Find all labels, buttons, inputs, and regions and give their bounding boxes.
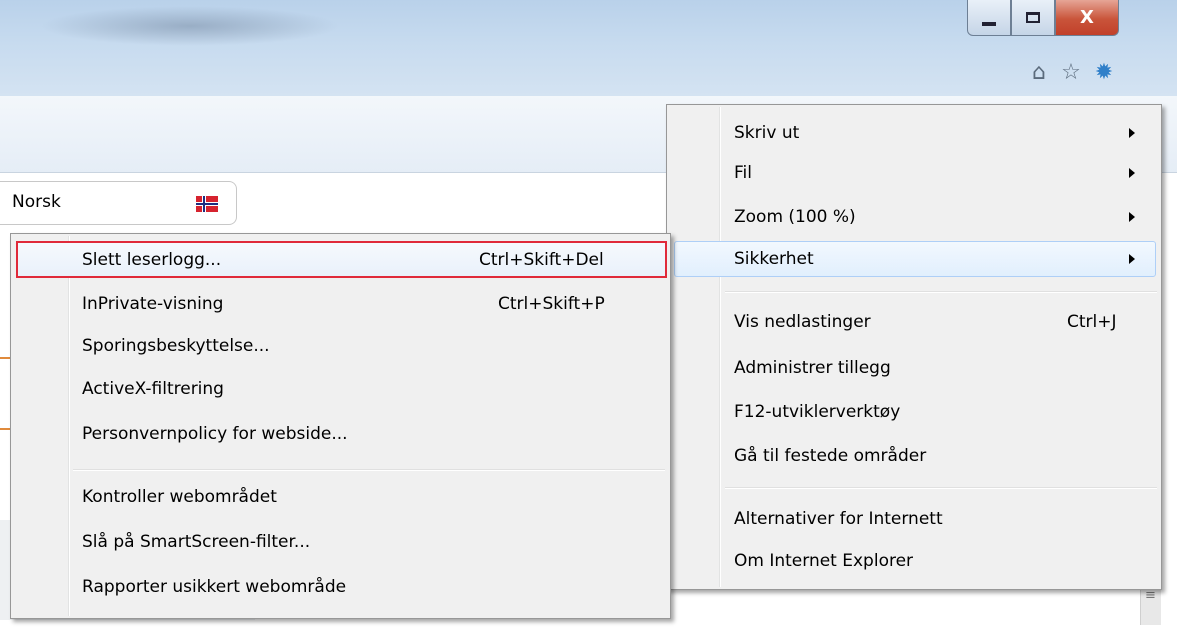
maximize-icon	[1026, 12, 1040, 23]
tools-gear-icon[interactable]: ✹	[1090, 60, 1118, 85]
menu-item-label: Administrer tillegg	[734, 358, 891, 378]
menu-item-file[interactable]: Fil	[667, 155, 1161, 191]
menu-item-label: Sporingsbeskyttelse...	[82, 336, 270, 356]
menu-item-label: Gå til festede områder	[734, 446, 927, 466]
menu-item-tracking-protection[interactable]: Sporingsbeskyttelse...	[11, 328, 670, 364]
menu-item-label: ActiveX-filtrering	[82, 379, 224, 399]
menu-item-label: Slå på SmartScreen-filter...	[82, 532, 311, 552]
window-title	[40, 6, 340, 46]
menu-item-shortcut: Ctrl+J	[1067, 312, 1117, 332]
maximize-button[interactable]	[1011, 0, 1055, 36]
menu-item-inprivate-browsing[interactable]: InPrivate-visning Ctrl+Skift+P	[11, 286, 670, 322]
home-icon[interactable]: ⌂	[1026, 60, 1052, 85]
menu-item-shortcut: Ctrl+Skift+P	[498, 294, 605, 314]
close-button[interactable]: X	[1055, 0, 1119, 36]
minimize-icon	[982, 21, 996, 26]
menu-item-label: F12-utviklerverktøy	[734, 402, 901, 422]
norway-flag-icon	[196, 196, 218, 212]
menu-item-delete-browsing-history[interactable]: Slett leserlogg... Ctrl+Skift+Del	[11, 242, 670, 278]
menu-item-internet-options[interactable]: Alternativer for Internett	[667, 501, 1161, 537]
close-icon: X	[1080, 7, 1094, 28]
language-label: Norsk	[12, 192, 61, 212]
browser-toolbar-icons: ⌂ ☆ ✹	[1026, 60, 1118, 85]
menu-item-print[interactable]: Skriv ut	[667, 115, 1161, 151]
menu-separator	[73, 469, 665, 471]
submenu-arrow-icon	[1129, 128, 1135, 138]
menu-item-label: Om Internet Explorer	[734, 551, 914, 571]
menu-item-smartscreen-filter[interactable]: Slå på SmartScreen-filter...	[11, 524, 670, 560]
favorites-star-icon[interactable]: ☆	[1058, 60, 1084, 85]
menu-item-developer-tools[interactable]: F12-utviklerverktøy	[667, 394, 1161, 430]
menu-item-label: Fil	[734, 163, 752, 183]
menu-item-check-website[interactable]: Kontroller webområdet	[11, 479, 670, 515]
menu-item-label: Sikkerhet	[734, 249, 814, 269]
submenu-arrow-icon	[1129, 168, 1135, 178]
menu-item-label: Personvernpolicy for webside...	[82, 424, 348, 444]
page-divider	[0, 357, 10, 359]
tools-menu: Skriv ut Fil Zoom (100 %) Sikkerhet Vis …	[666, 104, 1162, 590]
menu-item-shortcut: Ctrl+Skift+Del	[479, 250, 604, 270]
minimize-button[interactable]	[967, 0, 1011, 36]
menu-item-label: Vis nedlastinger	[734, 312, 871, 332]
menu-item-about-ie[interactable]: Om Internet Explorer	[667, 543, 1161, 579]
submenu-arrow-icon	[1129, 254, 1135, 264]
menu-item-label: Slett leserlogg...	[82, 250, 222, 270]
menu-item-label: Rapporter usikkert webområde	[82, 577, 347, 597]
menu-item-report-unsafe-website[interactable]: Rapporter usikkert webområde	[11, 569, 670, 605]
language-selector[interactable]: Norsk	[0, 181, 237, 225]
window-controls: X	[967, 0, 1119, 38]
menu-separator	[725, 487, 1157, 489]
menu-item-label: Alternativer for Internett	[734, 509, 943, 529]
menu-item-privacy-policy[interactable]: Personvernpolicy for webside...	[11, 416, 670, 452]
menu-item-view-downloads[interactable]: Vis nedlastinger Ctrl+J	[667, 304, 1161, 340]
menu-item-pinned-sites[interactable]: Gå til festede områder	[667, 438, 1161, 474]
menu-item-safety[interactable]: Sikkerhet	[667, 241, 1161, 277]
menu-item-label: Skriv ut	[734, 123, 800, 143]
submenu-arrow-icon	[1129, 212, 1135, 222]
menu-item-manage-addons[interactable]: Administrer tillegg	[667, 350, 1161, 386]
menu-item-activex-filtering[interactable]: ActiveX-filtrering	[11, 371, 670, 407]
safety-submenu: Slett leserlogg... Ctrl+Skift+Del InPriv…	[10, 233, 671, 619]
scroll-grip-icon: ≡	[1145, 588, 1156, 603]
page-divider	[0, 428, 10, 430]
menu-item-label: Zoom (100 %)	[734, 207, 856, 227]
menu-item-label: Kontroller webområdet	[82, 487, 277, 507]
menu-separator	[725, 291, 1157, 293]
menu-item-label: InPrivate-visning	[82, 294, 224, 314]
menu-item-zoom[interactable]: Zoom (100 %)	[667, 199, 1161, 235]
